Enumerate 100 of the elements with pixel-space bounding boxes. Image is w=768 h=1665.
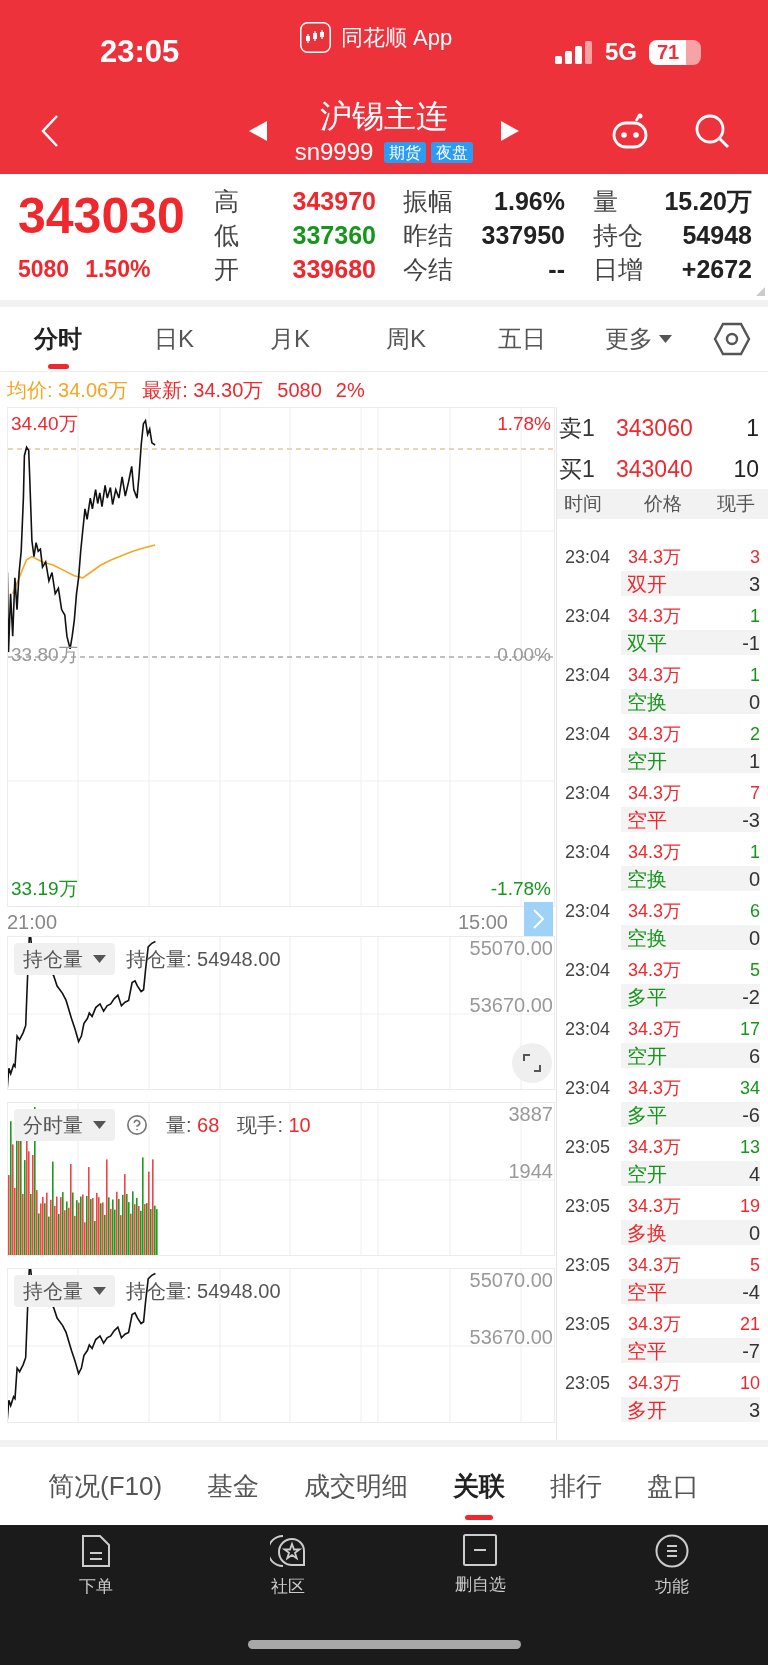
price-change-percent: 1.50%: [85, 256, 151, 282]
chart-tab[interactable]: 更多: [580, 307, 696, 371]
trade-type: 空开: [627, 1043, 667, 1068]
indicator-reading: 量: 68: [166, 1113, 220, 1137]
chart-tab[interactable]: 五日: [464, 307, 580, 371]
trade-time: 23:04: [564, 958, 612, 981]
stat-label: 今结: [402, 254, 454, 284]
stat-label: 日增: [592, 254, 640, 284]
trade-price: 34.3万: [627, 1135, 682, 1158]
detail-tab[interactable]: 排行: [550, 1447, 603, 1525]
time-axis-label: 15:00: [457, 909, 508, 934]
help-icon[interactable]: [126, 1114, 148, 1136]
network-type: 5G: [605, 39, 637, 65]
trade-time: 23:04: [564, 663, 612, 686]
instrument-code: sn9999: [294, 139, 374, 165]
caret-down-icon: [93, 1121, 106, 1129]
caret-down-icon: [93, 1287, 106, 1295]
signal-icon: [555, 40, 593, 64]
chart-tab[interactable]: 分时: [0, 307, 116, 371]
stat-value: 1.96%: [493, 186, 565, 216]
trade-volume: 3: [750, 545, 761, 568]
left-triangle-icon: [248, 121, 267, 141]
trade-type: 多平: [627, 984, 667, 1009]
stat-label: 振幅: [402, 186, 454, 216]
trade-price: 34.3万: [627, 1194, 682, 1217]
trade-price: 34.3万: [627, 1017, 682, 1040]
nav-item[interactable]: 社区: [192, 1525, 384, 1597]
trade-volume: 1: [750, 840, 761, 863]
trade-price: 34.3万: [627, 840, 682, 863]
price-summary: 均价: 34.06万: [7, 377, 129, 402]
detail-tab[interactable]: 关联: [453, 1447, 506, 1525]
trade-volume: 17: [739, 1017, 761, 1040]
search-button[interactable]: [694, 113, 730, 149]
trade-price: 34.3万: [627, 781, 682, 804]
stat-value: 343970: [291, 186, 376, 216]
trade-type: 多开: [627, 1397, 667, 1422]
stat-value: 337950: [480, 220, 565, 250]
robot-icon: [612, 113, 648, 149]
trade-price: 34.3万: [627, 722, 682, 745]
nav-item[interactable]: 下单: [0, 1525, 192, 1597]
tab-underline: [465, 1515, 494, 1520]
detail-tab[interactable]: 盘口: [647, 1447, 700, 1525]
trade-type: 空换: [627, 866, 667, 891]
price-summary: 2%: [335, 377, 365, 402]
trade-time: 23:04: [564, 781, 612, 804]
trade-volume: 5: [750, 958, 761, 981]
trade-time: 23:05: [564, 1312, 612, 1335]
chart-tab[interactable]: 周K: [348, 307, 464, 371]
return-to-app-link[interactable]: 同花顺 App: [341, 24, 453, 51]
indicator-selector[interactable]: 持仓量: [14, 1275, 115, 1307]
chevron-right-icon: [533, 909, 544, 929]
trade-volume: 21: [739, 1312, 761, 1335]
chart-tab[interactable]: 月K: [232, 307, 348, 371]
nav-item[interactable]: 删自选: [384, 1525, 576, 1597]
stat-value: 339680: [291, 254, 376, 284]
expand-button[interactable]: [512, 1043, 552, 1083]
trade-time: 23:05: [564, 1371, 612, 1394]
stat-value: 15.20万: [663, 186, 752, 216]
next-button[interactable]: [501, 120, 520, 142]
trade-volume: 1: [750, 663, 761, 686]
position-change: 0: [748, 689, 760, 714]
minus-square-icon: [463, 1534, 497, 1566]
chart-tab[interactable]: 日K: [116, 307, 232, 371]
tab-underline: [48, 364, 69, 369]
order-level-label: 买1: [559, 454, 596, 483]
trade-volume: 1: [750, 604, 761, 627]
position-change: -6: [742, 1102, 760, 1127]
position-change: 0: [748, 1220, 760, 1245]
nav-item[interactable]: 功能: [576, 1525, 768, 1597]
previous-button[interactable]: [248, 120, 267, 142]
trade-volume: 13: [739, 1135, 761, 1158]
market-tag: 期货: [384, 141, 427, 163]
indicator-selector[interactable]: 持仓量: [14, 943, 115, 975]
panel-toggle-handle[interactable]: [524, 902, 553, 936]
resize-corner-icon: [756, 287, 765, 296]
position-change: 1: [748, 748, 760, 773]
detail-tab[interactable]: 基金: [207, 1447, 260, 1525]
axis-label: 1944: [508, 1160, 553, 1182]
indicator-selector[interactable]: 分时量: [14, 1109, 115, 1141]
position-change: -3: [742, 807, 760, 832]
detail-tab[interactable]: 简况(F10): [48, 1447, 163, 1525]
price-axis-label: 33.19万: [11, 878, 78, 900]
stat-value: 54948: [681, 220, 752, 250]
indicator-reading: 现手: 10: [237, 1113, 311, 1137]
position-change: -1: [742, 630, 760, 655]
assistant-button[interactable]: [612, 113, 648, 149]
trade-volume: 10: [739, 1371, 761, 1394]
battery-level: 71: [649, 39, 701, 65]
trade-price: 34.3万: [627, 1076, 682, 1099]
trade-price: 34.3万: [627, 663, 682, 686]
order-level-label: 卖1: [559, 413, 596, 442]
detail-tab[interactable]: 成交明细: [304, 1447, 409, 1525]
caret-down-icon: [93, 955, 106, 963]
column-header: 价格: [642, 491, 683, 516]
trade-time: 23:04: [564, 1017, 612, 1040]
search-icon: [694, 113, 730, 149]
expand-icon: [523, 1054, 541, 1072]
settings-button[interactable]: [712, 321, 752, 357]
trade-type: 双平: [627, 630, 667, 655]
trade-time: 23:04: [564, 1076, 612, 1099]
